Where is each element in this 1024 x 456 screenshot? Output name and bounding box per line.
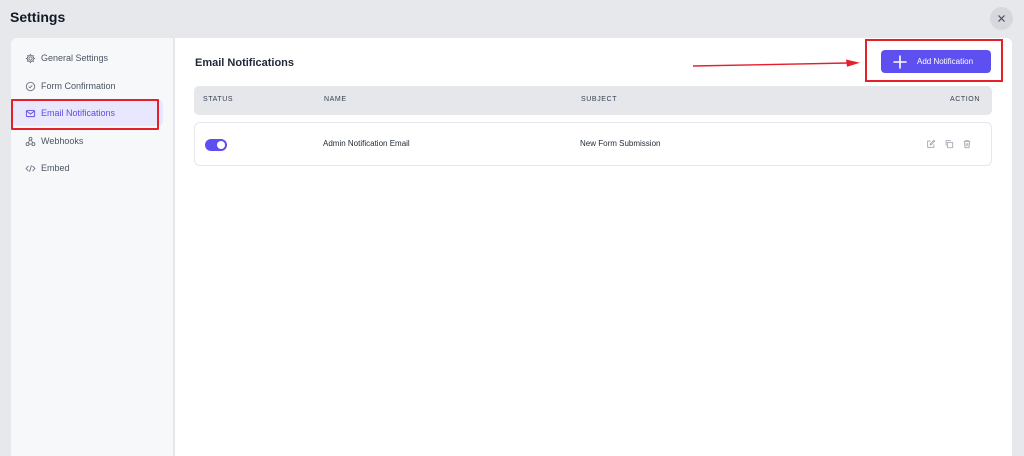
column-header-name: NAME xyxy=(324,96,347,103)
status-toggle[interactable] xyxy=(205,139,227,151)
plus-icon xyxy=(893,54,907,69)
webhook-icon xyxy=(25,136,36,147)
sidebar-item-webhooks[interactable]: Webhooks xyxy=(13,128,163,154)
main-panel: Email Notifications Add Notification STA… xyxy=(175,38,1012,456)
column-header-action: ACTION xyxy=(949,96,980,103)
table-row: Admin Notification Email New Form Submis… xyxy=(194,122,992,166)
sidebar-item-form-confirmation[interactable]: Form Confirmation xyxy=(13,73,163,99)
column-header-subject: SUBJECT xyxy=(581,96,618,103)
duplicate-icon[interactable] xyxy=(943,138,954,149)
close-icon xyxy=(998,15,1005,22)
sidebar-item-label: Form Confirmation xyxy=(41,81,116,91)
settings-sidebar: General Settings Form Confirmation Email… xyxy=(11,38,174,456)
sidebar-item-label: Email Notifications xyxy=(41,108,116,118)
section-title: Email Notifications xyxy=(195,57,295,69)
table-header: STATUS NAME SUBJECT ACTION xyxy=(194,86,992,115)
sidebar-item-email-notifications[interactable]: Email Notifications xyxy=(13,100,163,126)
column-header-status: STATUS xyxy=(203,96,234,103)
sidebar-item-label: Webhooks xyxy=(41,136,84,146)
annotation-arrow-icon xyxy=(692,59,860,67)
notification-name: Admin Notification Email xyxy=(323,139,410,148)
code-icon xyxy=(25,163,36,174)
trash-icon[interactable] xyxy=(961,138,972,149)
add-notification-button[interactable]: Add Notification xyxy=(881,50,991,73)
sidebar-item-general-settings[interactable]: General Settings xyxy=(13,45,163,71)
sidebar-item-label: General Settings xyxy=(41,53,109,63)
envelope-icon xyxy=(25,108,36,119)
toggle-knob xyxy=(217,141,225,149)
page-title: Settings xyxy=(10,9,66,25)
sidebar-item-label: Embed xyxy=(41,163,70,173)
notification-subject: New Form Submission xyxy=(580,139,661,148)
edit-icon[interactable] xyxy=(925,138,936,149)
sidebar-item-embed[interactable]: Embed xyxy=(13,155,163,181)
add-notification-label: Add Notification xyxy=(917,57,974,66)
close-button[interactable] xyxy=(990,7,1013,30)
gear-icon xyxy=(25,53,36,64)
row-actions xyxy=(925,138,972,149)
settings-header: Settings xyxy=(0,0,1024,38)
check-circle-icon xyxy=(25,81,36,92)
